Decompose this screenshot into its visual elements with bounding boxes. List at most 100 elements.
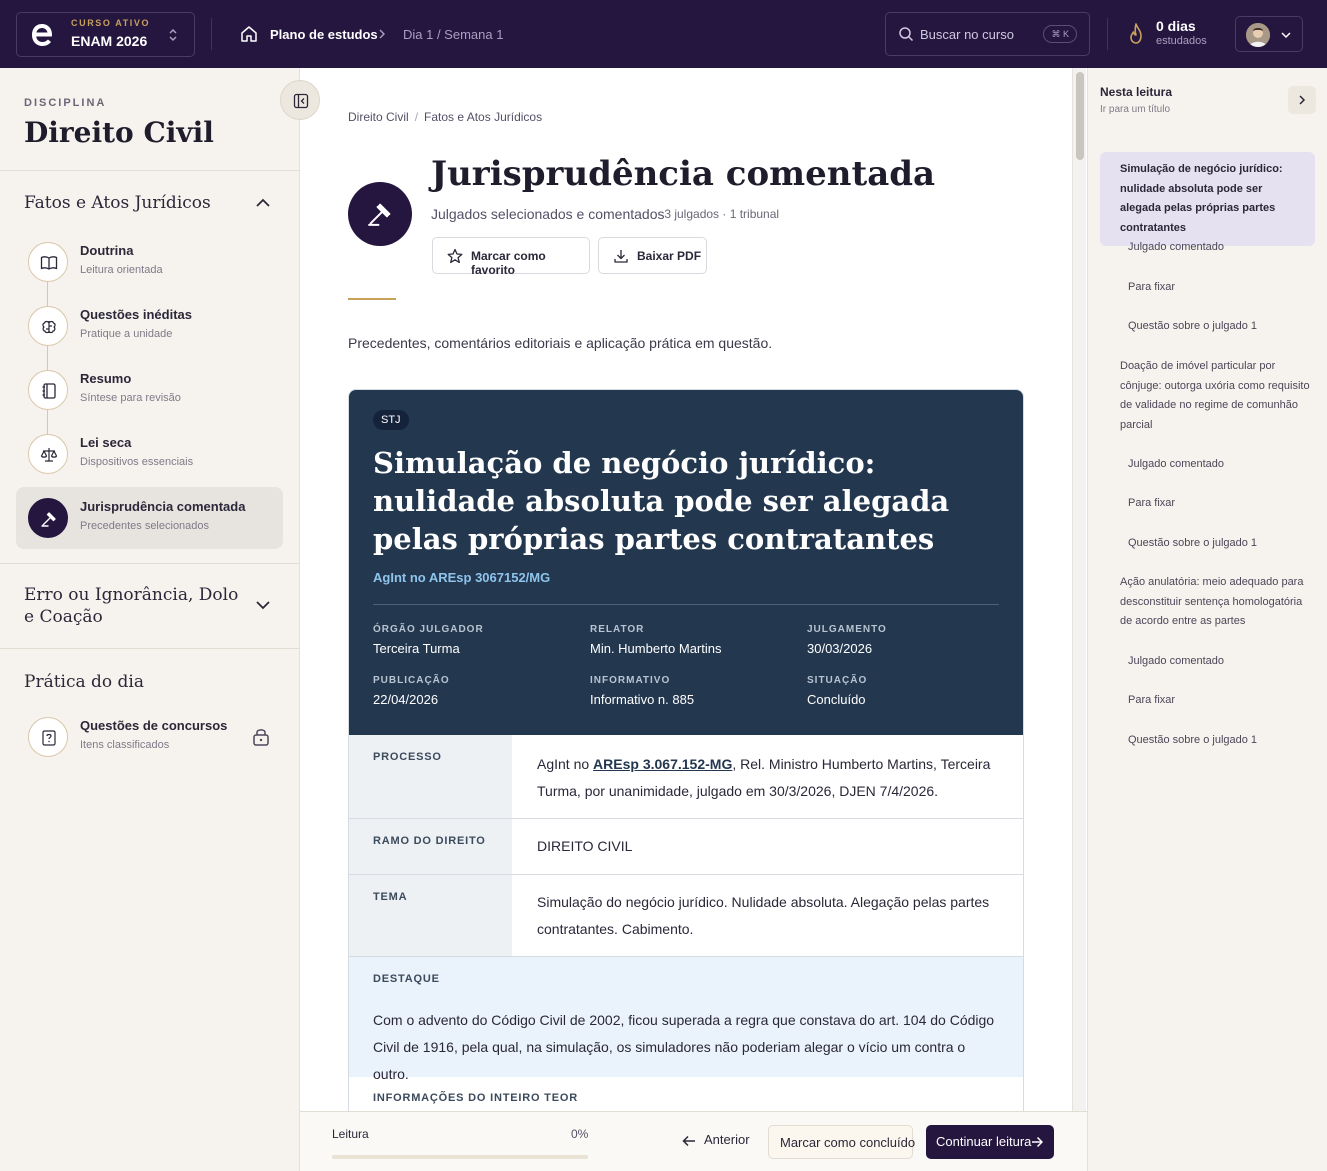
download-pdf-button[interactable]: Baixar PDF — [598, 237, 707, 274]
gavel-icon — [41, 512, 56, 527]
sidebar-item-subtitle: Precedentes selecionados — [80, 520, 210, 532]
nav-icon-circle — [28, 242, 68, 282]
case-process-code: AgInt no AREsp 3067152/MG — [373, 570, 551, 585]
sidebar-item-jurisprudencia[interactable]: Jurisprudência comentada Precedentes sel… — [16, 487, 283, 549]
page-subtitle: Julgados selecionados e comentados — [431, 206, 665, 222]
table-row-tema: TEMA Simulação do negócio jurídico. Nuli… — [349, 874, 1023, 956]
meta-label: ÓRGÃO JULGADOR — [373, 624, 484, 635]
breadcrumb-item[interactable]: Fatos e Atos Jurídicos — [424, 110, 542, 124]
toc-item[interactable]: Simulação de negócio jurídico: nulidade … — [1100, 152, 1315, 246]
continue-label: Continuar leitura — [936, 1134, 1032, 1149]
meta-value: Terceira Turma — [373, 641, 460, 656]
toc-item[interactable]: Ação anulatória: meio adequado para desc… — [1120, 573, 1310, 632]
toc-item[interactable]: Questão sobre o julgado 1 — [1128, 731, 1257, 751]
row-label: TEMA — [373, 891, 408, 903]
nav-icon-circle — [28, 498, 68, 538]
court-badge: STJ — [373, 410, 409, 430]
collapse-toc-button[interactable] — [1288, 86, 1316, 114]
section-title-erro-ignorancia[interactable]: Erro ou Ignorância, Dolo e Coação — [24, 584, 244, 628]
chevron-up-icon[interactable] — [255, 198, 271, 208]
intro-text: Precedentes, comentários editoriais e ap… — [348, 335, 773, 351]
sidebar-item-title: Questões de concursos — [80, 718, 228, 733]
chevron-down-icon — [1281, 32, 1291, 39]
reading-footer: Leitura 0% Anterior Marcar como concluíd… — [300, 1111, 1087, 1171]
divider — [0, 170, 300, 171]
sidebar-item-questoes-ineditas[interactable]: Questões inéditas Pratique a unidade — [16, 295, 283, 357]
table-row-ramo: RAMO DO DIREITO DIREITO CIVIL — [349, 818, 1023, 874]
sidebar-item-title: Jurisprudência comentada — [80, 499, 246, 514]
table-of-contents-panel: Nesta leitura Ir para um título Simulaçã… — [1087, 68, 1327, 1171]
toc-item[interactable]: Questão sobre o julgado 1 — [1128, 534, 1257, 554]
home-icon[interactable] — [240, 25, 258, 43]
user-menu-button[interactable] — [1235, 16, 1303, 52]
processo-link[interactable]: AREsp 3.067.152-MG — [593, 756, 732, 772]
meta-label: RELATOR — [590, 624, 645, 635]
brain-icon — [42, 320, 56, 334]
case-card-header: STJ Simulação de negócio jurídico: nulid… — [349, 390, 1023, 735]
breadcrumb-item[interactable]: Direito Civil — [348, 110, 409, 124]
mark-complete-button[interactable]: Marcar como concluído — [768, 1125, 915, 1159]
sidebar-item-title: Lei seca — [80, 435, 132, 450]
accent-divider — [348, 298, 396, 300]
course-label: CURSO ATIVO — [71, 18, 151, 28]
case-title: Simulação de negócio jurídico: nulidade … — [373, 446, 950, 556]
sidebar-item-doutrina[interactable]: Doutrina Leitura orientada — [16, 231, 283, 293]
breadcrumb-day: Dia 1 / Semana 1 — [403, 27, 504, 42]
meta-value: 30/03/2026 — [807, 641, 873, 656]
star-icon — [447, 248, 463, 264]
divider — [373, 604, 999, 605]
case-card: STJ Simulação de negócio jurídico: nulid… — [348, 389, 1024, 1111]
row-value: DIREITO CIVIL — [537, 838, 633, 854]
app-logo-icon — [32, 24, 52, 46]
keyboard-shortcut-badge: ⌘ K — [1043, 25, 1077, 43]
search-input[interactable]: Buscar no curso ⌘ K — [885, 12, 1090, 56]
favorite-label: Marcar como favorito — [471, 249, 546, 277]
sidebar-item-questoes-concursos[interactable]: Questões de concursos Itens classificado… — [16, 706, 283, 768]
chevron-down-icon[interactable] — [255, 600, 271, 610]
discipline-label: DISCIPLINA — [24, 97, 107, 109]
hero-icon-circle — [348, 182, 412, 246]
highlight-label: DESTAQUE — [373, 973, 440, 985]
sidebar-item-subtitle: Dispositivos essenciais — [80, 456, 194, 468]
row-label: RAMO DO DIREITO — [373, 835, 486, 847]
scrollbar-thumb[interactable] — [1076, 72, 1084, 160]
sidebar-item-lei-seca[interactable]: Lei seca Dispositivos essenciais — [16, 423, 283, 485]
row-value: AgInt no AREsp 3.067.152-MG, Rel. Minist… — [537, 751, 997, 805]
sidebar-item-title: Resumo — [80, 371, 132, 386]
sidebar-item-subtitle: Leitura orientada — [80, 264, 163, 276]
row-label: PROCESSO — [373, 751, 442, 763]
meta-value: Min. Humberto Martins — [590, 641, 722, 656]
breadcrumb-plan-link[interactable]: Plano de estudos — [270, 27, 378, 42]
sidebar-item-subtitle: Itens classificados — [80, 739, 170, 751]
processo-prefix: AgInt no — [537, 756, 594, 772]
toc-item[interactable]: Para fixar — [1128, 691, 1175, 711]
sidebar-collapse-icon — [293, 93, 309, 109]
highlight-box: DESTAQUE Com o advento do Código Civil d… — [349, 956, 1023, 1082]
arrow-left-icon — [682, 1135, 695, 1147]
meta-value: Informativo n. 885 — [590, 692, 695, 707]
section-title-fatos-atos[interactable]: Fatos e Atos Jurídicos — [24, 192, 211, 214]
left-sidebar: DISCIPLINA Direito Civil Fatos e Atos Ju… — [0, 68, 300, 1171]
course-selector[interactable]: CURSO ATIVO ENAM 2026 — [16, 12, 195, 57]
toc-item[interactable]: Julgado comentado — [1128, 455, 1224, 475]
toc-item[interactable]: Questão sobre o julgado 1 — [1128, 317, 1257, 337]
question-document-icon — [42, 730, 56, 746]
toc-item[interactable]: Doação de imóvel particular por cônjuge:… — [1120, 357, 1310, 435]
sidebar-item-resumo[interactable]: Resumo Síntese para revisão — [16, 359, 283, 421]
collapse-sidebar-button[interactable] — [280, 80, 320, 120]
scrollbar[interactable] — [1072, 68, 1086, 1111]
favorite-button[interactable]: Marcar como favorito — [432, 237, 590, 277]
chevron-up-down-icon — [169, 28, 177, 42]
page-meta: · 3 julgados · 1 tribunal — [657, 207, 780, 221]
continue-reading-button[interactable]: Continuar leitura — [926, 1125, 1054, 1159]
progress-percent: 0% — [571, 1127, 589, 1141]
toc-item[interactable]: Julgado comentado — [1128, 238, 1224, 258]
nav-icon-circle — [28, 717, 68, 757]
toc-item[interactable]: Para fixar — [1128, 494, 1175, 514]
meta-value: 22/04/2026 — [373, 692, 439, 707]
toc-item[interactable]: Julgado comentado — [1128, 652, 1224, 672]
progress-label: Leitura — [332, 1127, 369, 1141]
main-content: Direito Civil / Fatos e Atos Jurídicos Jur… — [300, 68, 1087, 1111]
toc-item[interactable]: Para fixar — [1128, 278, 1175, 298]
streak-value: 0 dias — [1156, 18, 1196, 34]
